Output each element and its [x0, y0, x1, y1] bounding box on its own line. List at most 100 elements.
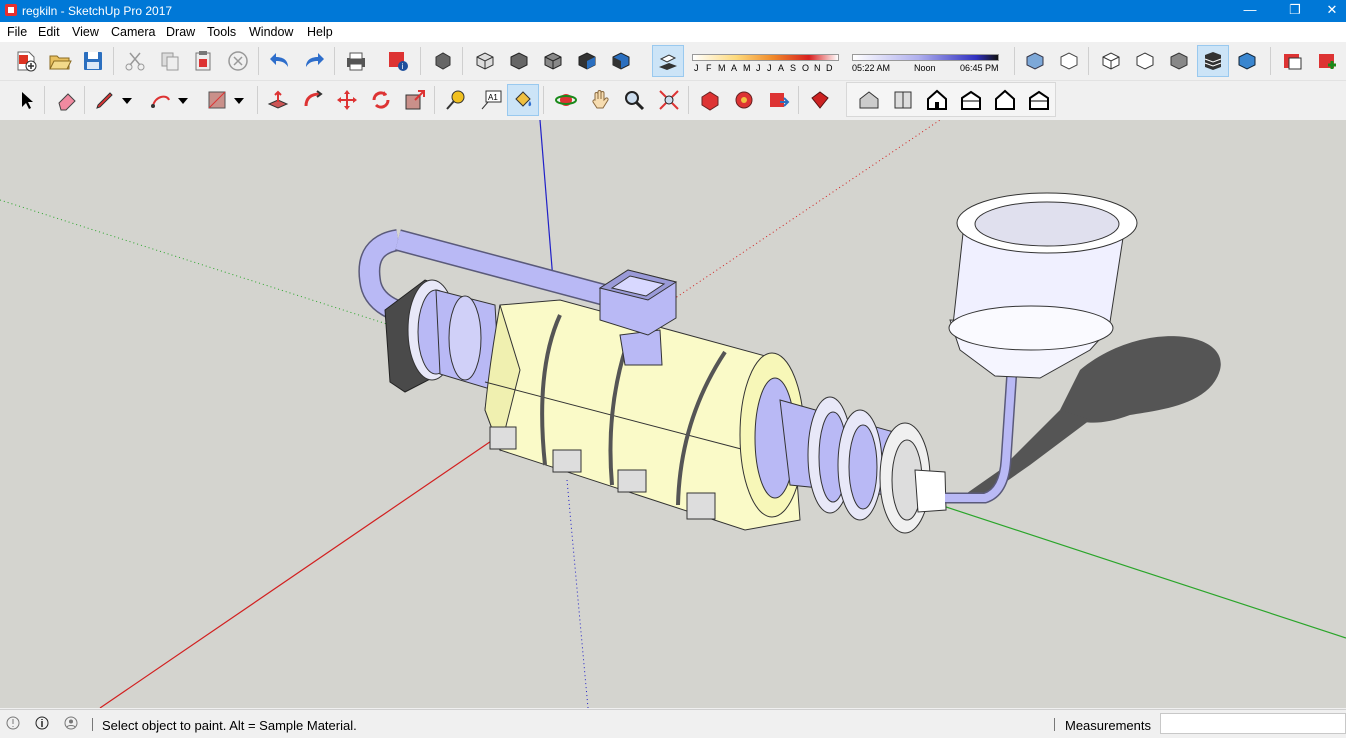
scale-icon[interactable]	[400, 85, 430, 115]
top-house-icon[interactable]	[888, 85, 918, 115]
menu-camera[interactable]: Camera	[111, 25, 155, 39]
follow-me-icon[interactable]	[298, 85, 328, 115]
toolbar-separator	[1088, 47, 1089, 75]
geolocation-icon[interactable]	[6, 716, 20, 730]
month-label: N	[814, 63, 821, 73]
shadows-toggle-icon[interactable]	[652, 45, 684, 77]
model-viewport[interactable]	[0, 120, 1346, 708]
paint-bucket-icon[interactable]	[507, 84, 539, 116]
back-edges-icon[interactable]	[504, 46, 534, 76]
undo-icon[interactable]	[265, 46, 295, 76]
hopper-opening	[974, 201, 1120, 247]
pan-hand-icon[interactable]	[585, 85, 615, 115]
erase-delete-icon[interactable]	[223, 46, 253, 76]
arc-dropdown-icon[interactable]	[174, 85, 192, 115]
left-house-icon[interactable]	[1024, 85, 1054, 115]
3d-warehouse-get-models-icon[interactable]	[695, 85, 725, 115]
time-noon-label: Noon	[914, 63, 936, 73]
right-house-icon[interactable]	[956, 85, 986, 115]
line-dropdown-icon[interactable]	[118, 85, 136, 115]
user-account-icon[interactable]	[64, 716, 78, 730]
cut-icon[interactable]	[120, 46, 150, 76]
share-component-icon[interactable]	[764, 85, 794, 115]
menu-file[interactable]: File	[7, 25, 27, 39]
feed-chute	[619, 329, 663, 366]
menu-tools[interactable]: Tools	[207, 25, 236, 39]
open-folder-icon[interactable]	[45, 46, 75, 76]
front-house-icon[interactable]	[922, 85, 952, 115]
redo-icon[interactable]	[299, 46, 329, 76]
iso-house-icon[interactable]	[854, 85, 884, 115]
rectangle-dropdown-icon[interactable]	[230, 85, 248, 115]
extension-warehouse-icon[interactable]	[1313, 46, 1343, 76]
print-icon[interactable]	[341, 46, 371, 76]
month-label: J	[756, 63, 761, 73]
copy-icon[interactable]	[155, 46, 185, 76]
measurements-input[interactable]	[1160, 713, 1346, 734]
monochrome-icon[interactable]	[1197, 45, 1229, 77]
toolbar-separator	[44, 86, 45, 114]
front-view-icon[interactable]	[1096, 46, 1126, 76]
select-arrow-icon[interactable]	[11, 85, 41, 115]
left-drum-ring	[448, 295, 482, 381]
paste-icon[interactable]	[188, 46, 218, 76]
component-icon[interactable]	[428, 46, 458, 76]
push-pull-icon[interactable]	[263, 85, 293, 115]
tape-measure-icon[interactable]	[441, 85, 471, 115]
right-ring-2-inner	[848, 424, 878, 510]
toolbar-separator	[462, 47, 463, 75]
shaded-textures-icon[interactable]	[606, 46, 636, 76]
menu-help[interactable]: Help	[307, 25, 333, 39]
toolbar-separator	[543, 86, 544, 114]
menu-edit[interactable]: Edit	[38, 25, 60, 39]
hopper-pipe	[945, 369, 1016, 502]
menu-view[interactable]: View	[72, 25, 99, 39]
zoom-extents-icon[interactable]	[654, 85, 684, 115]
return-pipe-bend	[359, 230, 401, 319]
back-view-icon[interactable]	[1164, 46, 1194, 76]
share-model-icon[interactable]	[729, 85, 759, 115]
text-label-icon[interactable]: A1	[476, 85, 506, 115]
rotate-icon[interactable]	[366, 85, 396, 115]
month-slider-track	[692, 54, 839, 61]
toolbar-row-1: i J F M A M J J A S O N D 05:22 AM Noon …	[0, 42, 1346, 81]
close-button[interactable]: ✕	[1318, 0, 1346, 22]
month-label: J	[767, 63, 772, 73]
time-start-label: 05:22 AM	[852, 63, 891, 73]
back-house-icon[interactable]	[990, 85, 1020, 115]
wireframe-icon[interactable]	[538, 46, 568, 76]
month-label: D	[826, 63, 833, 73]
iso-view-icon[interactable]	[1020, 46, 1050, 76]
toolbar-separator	[257, 86, 258, 114]
move-icon[interactable]	[332, 85, 362, 115]
shadow-time-slider[interactable]: 05:22 AM Noon 06:45 PM	[850, 52, 1000, 78]
shadow-month-slider[interactable]: J F M A M J J A S O N D	[690, 52, 840, 78]
extension-manager-icon[interactable]	[805, 85, 835, 115]
save-icon[interactable]	[78, 46, 108, 76]
model-canvas[interactable]	[0, 120, 1346, 708]
new-file-icon[interactable]	[11, 46, 41, 76]
foot-4	[686, 492, 716, 520]
top-view-icon[interactable]	[1054, 46, 1084, 76]
foot-3	[617, 469, 647, 493]
minimize-button[interactable]: —	[1227, 0, 1273, 22]
orbit-icon[interactable]	[551, 85, 581, 115]
rectangle-tool-icon[interactable]	[202, 85, 232, 115]
arc-tool-icon[interactable]	[146, 85, 176, 115]
svg-text:i: i	[402, 62, 404, 71]
model-info-icon[interactable]: i	[383, 46, 413, 76]
left-view-icon[interactable]	[1232, 46, 1262, 76]
xray-style-icon[interactable]	[470, 46, 500, 76]
green-axis-negative	[0, 199, 391, 326]
credits-icon[interactable]	[35, 716, 49, 730]
maximize-button[interactable]: ❐	[1272, 0, 1318, 22]
right-view-icon[interactable]	[1130, 46, 1160, 76]
warehouse-icon[interactable]	[1278, 46, 1308, 76]
pencil-line-icon[interactable]	[90, 85, 120, 115]
zoom-icon[interactable]	[619, 85, 649, 115]
menu-draw[interactable]: Draw	[166, 25, 195, 39]
measurements-label: Measurements	[1065, 718, 1151, 733]
hidden-line-icon[interactable]	[572, 46, 602, 76]
eraser-icon[interactable]	[52, 85, 82, 115]
menu-window[interactable]: Window	[249, 25, 293, 39]
